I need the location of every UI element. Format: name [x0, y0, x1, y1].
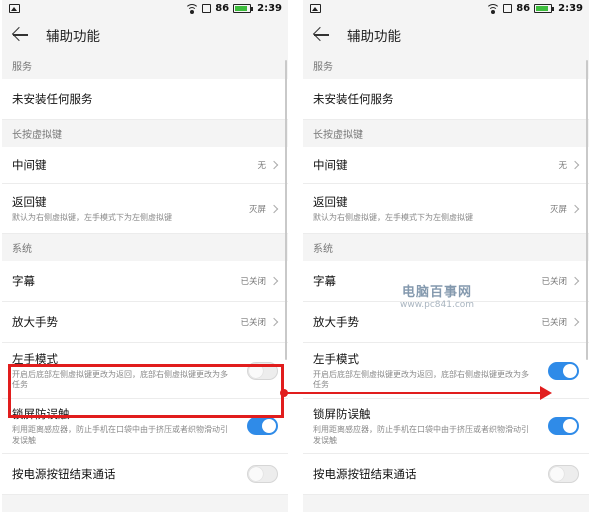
left-hand-mode-label: 左手模式 [313, 351, 359, 366]
wifi-icon [186, 3, 199, 14]
no-service-label: 未安装任何服务 [313, 92, 394, 106]
phone-screen-after: 86 2:39 辅助功能 服务 未安装任何服务 长按虚拟键 中间键 无 返回键 … [303, 0, 589, 512]
section-header-services: 服务 [313, 62, 333, 73]
highlight-box [8, 364, 284, 418]
image-notification-icon [310, 4, 321, 13]
lock-screen-anti-touch-toggle[interactable] [247, 417, 278, 435]
clock: 2:39 [558, 3, 583, 14]
back-key-label: 返回键 [313, 194, 348, 209]
arrow-head-icon [540, 386, 552, 400]
no-service-item: 未安装任何服务 [303, 79, 589, 120]
title-bar: 辅助功能 [2, 18, 288, 52]
battery-icon [233, 4, 254, 13]
no-service-item: 未安装任何服务 [2, 79, 288, 120]
divider [288, 0, 303, 512]
section-header-long-press: 长按虚拟键 [313, 130, 363, 141]
back-key-item[interactable]: 返回键 默认为右侧虚拟键，左手模式下为左侧虚拟键 灭屏 [303, 184, 589, 234]
subtitles-value: 已关闭 [240, 277, 266, 287]
lock-screen-anti-touch-item[interactable]: 锁屏防误触 利用距离感应器，防止手机在口袋中由于挤压或者织物滑动引发误触 [303, 399, 589, 454]
image-notification-icon [9, 4, 20, 13]
wifi-icon [487, 3, 500, 14]
back-key-item[interactable]: 返回键 默认为右侧虚拟键，左手模式下为左侧虚拟键 灭屏 [2, 184, 288, 234]
magnify-gesture-item[interactable]: 放大手势 已关闭 [2, 302, 288, 343]
section-header-long-press: 长按虚拟键 [12, 130, 62, 141]
back-arrow-icon[interactable] [12, 26, 30, 44]
middle-key-item[interactable]: 中间键 无 [303, 147, 589, 184]
watermark-title: 电脑百事网 [402, 285, 473, 300]
status-bar: 86 2:39 [303, 0, 589, 18]
clock: 2:39 [257, 3, 282, 14]
battery-icon [534, 4, 555, 13]
back-key-label: 返回键 [12, 194, 47, 209]
magnify-gesture-value: 已关闭 [240, 318, 266, 328]
lock-screen-anti-touch-toggle[interactable] [548, 417, 579, 435]
back-key-value: 灭屏 [248, 204, 266, 215]
power-end-call-item[interactable]: 按电源按钮结束通话 [2, 454, 288, 495]
signal-icon [202, 4, 212, 13]
power-end-call-toggle[interactable] [548, 465, 579, 483]
middle-key-value: 无 [558, 161, 567, 171]
page-title: 辅助功能 [347, 29, 401, 45]
watermark: 电脑百事网 www.pc841.com [400, 281, 474, 310]
back-arrow-icon[interactable] [313, 26, 331, 44]
no-service-label: 未安装任何服务 [12, 92, 93, 106]
power-end-call-toggle[interactable] [247, 465, 278, 483]
subtitles-item[interactable]: 字幕 已关闭 [2, 261, 288, 302]
middle-key-label: 中间键 [313, 158, 348, 172]
battery-level: 86 [516, 3, 531, 14]
section-header-system: 系统 [12, 244, 32, 255]
phone-screen-before: 86 2:39 辅助功能 服务 未安装任何服务 长按虚拟键 中间键 无 返回键 … [2, 0, 288, 512]
annotation-arrow [283, 392, 545, 394]
back-key-value: 灭屏 [549, 204, 567, 215]
power-end-call-item[interactable]: 按电源按钮结束通话 [303, 454, 589, 495]
middle-key-value: 无 [257, 161, 266, 171]
back-key-desc: 默认为右侧虚拟键，左手模式下为左侧虚拟键 [313, 212, 473, 222]
left-hand-mode-toggle[interactable] [548, 361, 579, 380]
status-bar: 86 2:39 [2, 0, 288, 18]
scrollbar[interactable] [285, 60, 287, 360]
section-header-system: 系统 [313, 244, 333, 255]
section-header-services: 服务 [12, 62, 32, 73]
watermark-url: www.pc841.com [400, 300, 475, 310]
signal-icon [503, 4, 513, 13]
middle-key-label: 中间键 [12, 158, 47, 172]
back-key-desc: 默认为右侧虚拟键，左手模式下为左侧虚拟键 [12, 212, 172, 222]
page-title: 辅助功能 [46, 29, 100, 45]
battery-level: 86 [215, 3, 230, 14]
magnify-gesture-value: 已关闭 [541, 318, 567, 328]
middle-key-item[interactable]: 中间键 无 [2, 147, 288, 184]
subtitles-value: 已关闭 [541, 277, 567, 287]
title-bar: 辅助功能 [303, 18, 589, 52]
scrollbar[interactable] [586, 60, 588, 360]
lock-screen-anti-touch-label: 锁屏防误触 [313, 407, 371, 422]
